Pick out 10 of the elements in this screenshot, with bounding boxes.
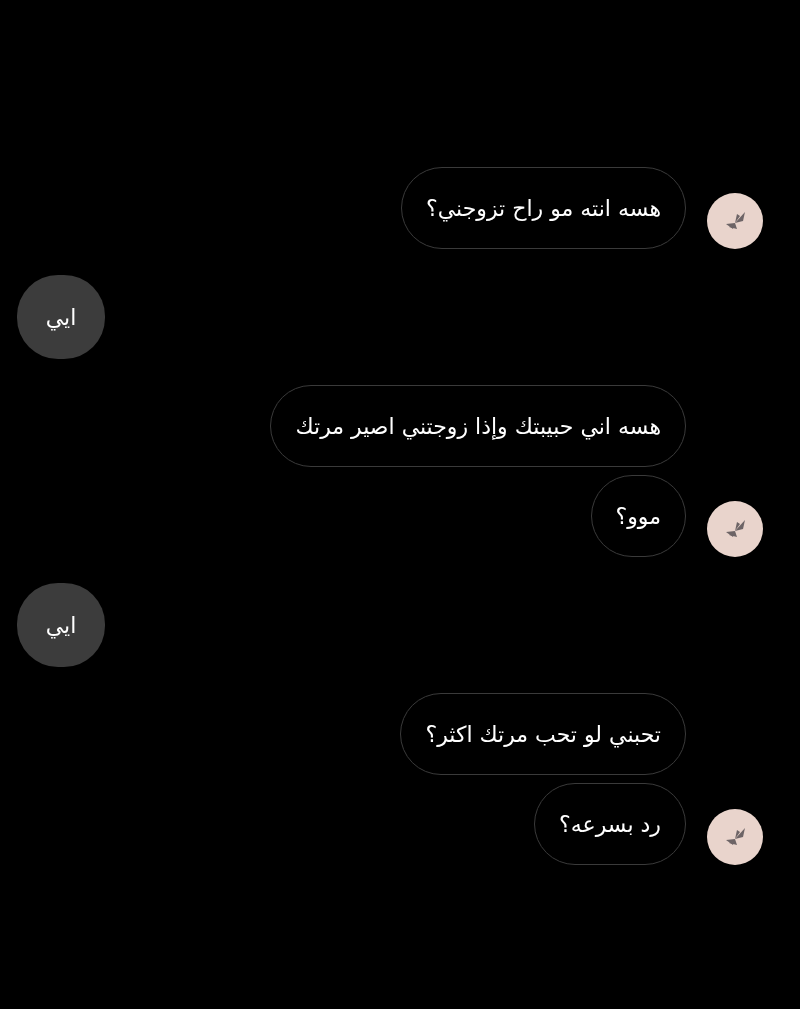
message-bubble: هسه اني حبيبتك وإذا زوجتني اصير مرتك bbox=[270, 385, 686, 467]
avatar[interactable] bbox=[707, 501, 763, 557]
message-bubble: تحبني لو تحب مرتك اكثر؟ bbox=[400, 693, 686, 775]
message-bubble: رد بسرعه؟ bbox=[534, 783, 686, 865]
message-bubble: هسه انته مو راح تزوجني؟ bbox=[401, 167, 686, 249]
message-bubble: ايي bbox=[17, 275, 105, 359]
avatar[interactable] bbox=[707, 193, 763, 249]
avatar[interactable] bbox=[707, 809, 763, 865]
message-bubble: ايي bbox=[17, 583, 105, 667]
message-bubble: موو؟ bbox=[590, 475, 686, 557]
